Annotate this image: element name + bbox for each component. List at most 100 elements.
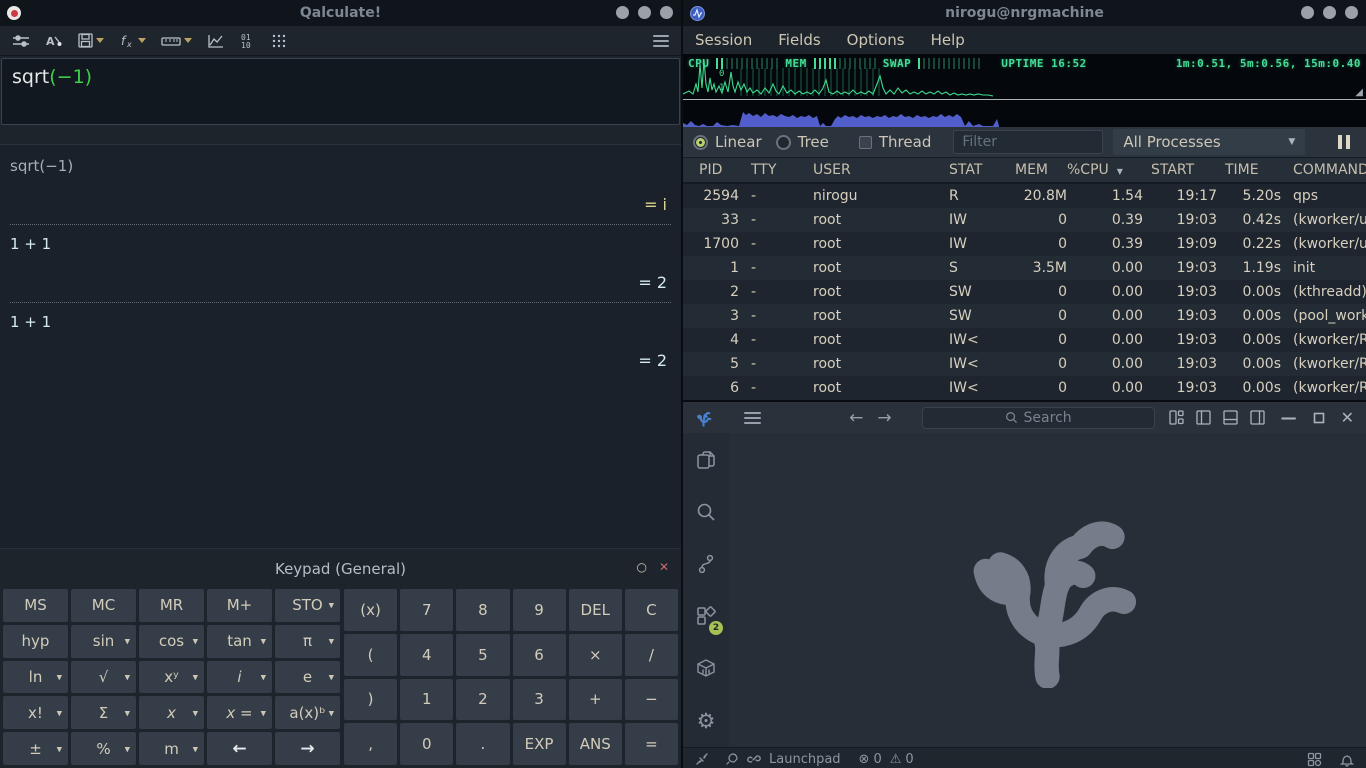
keypad-button-sin[interactable]: sin▼: [71, 625, 136, 658]
keypad-button-7[interactable]: 7: [400, 589, 453, 631]
keypad-button-STO[interactable]: STO▼: [275, 589, 340, 622]
keypad-button-6[interactable]: 6: [513, 634, 566, 676]
filter-input[interactable]: [953, 130, 1103, 154]
disconnected-icon[interactable]: [695, 752, 709, 766]
column-header-TIME[interactable]: TIME: [1225, 162, 1293, 178]
keypad-button-→[interactable]: →: [275, 732, 340, 765]
keypad-button-√[interactable]: √▼: [71, 661, 136, 694]
graph-branch-icon[interactable]: [695, 553, 717, 579]
number-bases-icon[interactable]: 0110: [240, 32, 256, 50]
keyboard-mode-icon[interactable]: A: [45, 33, 63, 49]
process-row[interactable]: 6-rootIW<00.0019:030.00s(kworker/R: [683, 376, 1366, 400]
keypad-button-x![interactable]: x!▼: [3, 696, 68, 729]
search-input[interactable]: Search: [922, 407, 1155, 429]
column-header-COMMAND[interactable]: COMMAND: [1293, 162, 1366, 178]
minimize-button[interactable]: —: [1281, 408, 1297, 427]
error-count[interactable]: ⊗ 0: [859, 752, 882, 767]
keypad-button-4[interactable]: 4: [400, 634, 453, 676]
column-header-TTY[interactable]: TTY: [751, 162, 813, 178]
pause-button[interactable]: [1338, 135, 1350, 149]
process-row[interactable]: 2594-niroguR20.8M1.5419:175.20sqps: [683, 184, 1366, 208]
back-arrow-icon[interactable]: ←: [849, 408, 863, 428]
right-panel-icon[interactable]: [1250, 410, 1265, 425]
window-control-dots[interactable]: [1301, 6, 1358, 19]
keypad-button-i[interactable]: i▼: [207, 661, 272, 694]
keypad-button-C[interactable]: C: [625, 589, 678, 631]
save-menu-icon[interactable]: [78, 33, 104, 48]
keypad-button-.[interactable]: .: [456, 723, 509, 765]
keypad-close-icon[interactable]: ✕: [659, 561, 669, 573]
keypad-button-MC[interactable]: MC: [71, 589, 136, 622]
menu-options[interactable]: Options: [847, 31, 905, 49]
maximize-button[interactable]: [1313, 412, 1325, 424]
pages-icon[interactable]: [695, 449, 717, 475]
keypad-button-([interactable]: (: [344, 634, 397, 676]
keypad-button-x[interactable]: x▼: [139, 696, 204, 729]
functions-menu-icon[interactable]: fx: [119, 33, 146, 49]
keypad-button-2[interactable]: 2: [456, 679, 509, 721]
keypad-button-0[interactable]: 0: [400, 723, 453, 765]
process-row[interactable]: 4-rootIW<00.0019:030.00s(kworker/R: [683, 328, 1366, 352]
menu-help[interactable]: Help: [931, 31, 965, 49]
window-control-dots[interactable]: [616, 6, 673, 19]
warning-count[interactable]: ⚠ 0: [890, 752, 914, 767]
keypad-button-tan[interactable]: tan▼: [207, 625, 272, 658]
forward-arrow-icon[interactable]: →: [877, 408, 891, 428]
link-icon[interactable]: [747, 752, 761, 766]
tree-radio[interactable]: [776, 135, 791, 150]
keypad-button-−[interactable]: −: [625, 679, 678, 721]
process-row[interactable]: 1-rootS3.5M0.0019:031.19sinit: [683, 256, 1366, 280]
left-panel-icon[interactable]: [1196, 410, 1211, 425]
process-row[interactable]: 3-rootSW00.0019:030.00s(pool_work: [683, 304, 1366, 328]
keypad-button-+[interactable]: +: [569, 679, 622, 721]
keypad-button-,[interactable]: ,: [344, 723, 397, 765]
column-header-USER[interactable]: USER: [813, 162, 949, 178]
keypad-button-←[interactable]: ←: [207, 732, 272, 765]
apps-grid-icon[interactable]: [1307, 752, 1322, 767]
keypad-button-8[interactable]: 8: [456, 589, 509, 631]
keypad-button-3[interactable]: 3: [513, 679, 566, 721]
keypad-button-Σ[interactable]: Σ▼: [71, 696, 136, 729]
linear-radio[interactable]: [693, 135, 708, 150]
keypad-button-MR[interactable]: MR: [139, 589, 204, 622]
rocket-icon[interactable]: [725, 752, 739, 766]
graph-resize-arrow[interactable]: ◢: [1355, 87, 1363, 98]
units-menu-icon[interactable]: [161, 34, 192, 48]
process-row[interactable]: 2-rootSW00.0019:030.00s(kthreadd): [683, 280, 1366, 304]
keypad-button-DEL[interactable]: DEL: [569, 589, 622, 631]
process-row[interactable]: 1700-rootIW00.3919:090.22s(kworker/u: [683, 232, 1366, 256]
process-scope-dropdown[interactable]: All Processes ▼: [1113, 129, 1305, 155]
keypad-button-=[interactable]: =: [625, 723, 678, 765]
keypad-button-ln[interactable]: ln▼: [3, 661, 68, 694]
bottom-panel-icon[interactable]: [1223, 410, 1238, 425]
plot-icon[interactable]: [207, 33, 225, 49]
keypad-detach-icon[interactable]: ○: [636, 561, 646, 573]
process-row[interactable]: 33-rootIW00.3919:030.42s(kworker/u: [683, 208, 1366, 232]
keypad-button-x =[interactable]: x =▼: [207, 696, 272, 729]
launchpad-label[interactable]: Launchpad: [769, 752, 841, 767]
column-header-STAT[interactable]: STAT: [949, 162, 1015, 178]
keypad-button-5[interactable]: 5: [456, 634, 509, 676]
keypad-toggle-icon[interactable]: [271, 33, 287, 49]
keypad-button-9[interactable]: 9: [513, 589, 566, 631]
keypad-button-)[interactable]: ): [344, 679, 397, 721]
keypad-button-(x)[interactable]: (x): [344, 589, 397, 631]
keypad-button-MS[interactable]: MS: [3, 589, 68, 622]
keypad-button-%[interactable]: %▼: [71, 732, 136, 765]
settings-gear-icon[interactable]: ⚙: [697, 709, 716, 733]
preferences-icon[interactable]: [12, 33, 30, 49]
history-entry[interactable]: 1 + 1 = 2: [10, 313, 671, 370]
keypad-button-e[interactable]: e▼: [275, 661, 340, 694]
keypad-button-1[interactable]: 1: [400, 679, 453, 721]
history-panel[interactable]: sqrt(−1) = i 1 + 1 = 2 1 + 1 = 2: [0, 145, 681, 548]
history-entry[interactable]: sqrt(−1) = i: [10, 157, 671, 214]
keypad-button-/[interactable]: /: [625, 634, 678, 676]
column-header-MEM[interactable]: MEM: [1015, 162, 1067, 178]
keypad-button-EXP[interactable]: EXP: [513, 723, 566, 765]
menu-session[interactable]: Session: [695, 31, 752, 49]
main-menu-icon[interactable]: [653, 35, 669, 47]
menu-icon[interactable]: [744, 412, 761, 424]
search-sidebar-icon[interactable]: [695, 501, 717, 527]
keypad-button-m[interactable]: m▼: [139, 732, 204, 765]
history-entry[interactable]: 1 + 1 = 2: [10, 235, 671, 292]
